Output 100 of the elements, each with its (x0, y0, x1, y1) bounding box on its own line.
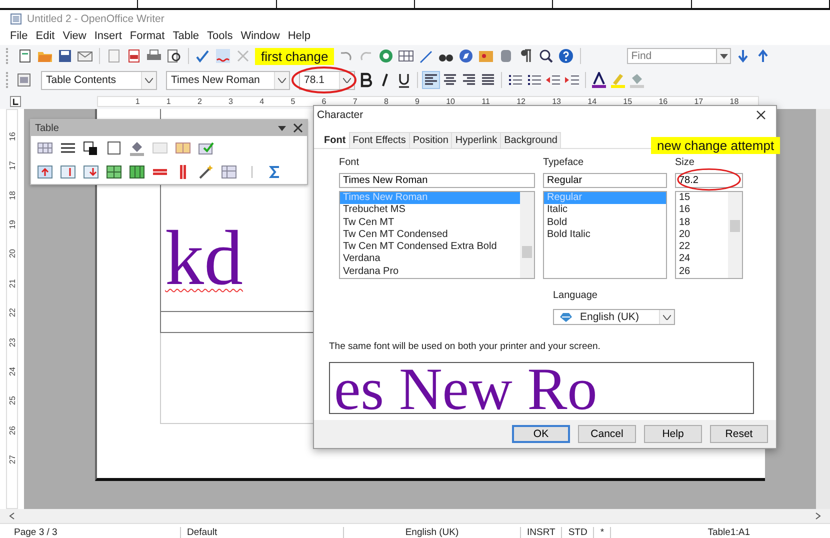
horizontal-scrollbar[interactable] (0, 509, 830, 523)
list-option[interactable]: 24 (676, 253, 728, 266)
dialog-tab[interactable]: Background (500, 132, 562, 148)
ruler-number: 12 (516, 96, 526, 106)
caret-icon (343, 78, 351, 82)
size-list[interactable]: 15 16 18 20 22 24 26 (675, 191, 743, 279)
save-icon[interactable] (57, 48, 73, 64)
bold-icon[interactable] (358, 72, 374, 88)
list-option[interactable]: Verdana Pro (340, 266, 520, 278)
status-text: English (UK) (344, 526, 521, 538)
pdf-icon[interactable] (126, 48, 142, 64)
menu-item[interactable]: File (10, 30, 28, 42)
dialog-tab[interactable]: Hyperlink (451, 132, 502, 148)
border-color-icon[interactable] (83, 140, 99, 156)
menu-item[interactable]: Format (130, 30, 165, 42)
table-properties-icon[interactable] (221, 164, 237, 180)
ruler-number: 18 (8, 190, 16, 200)
align-top-icon[interactable] (37, 164, 53, 180)
scroll-right-icon[interactable] (814, 512, 822, 520)
center-vertical-icon[interactable] (60, 164, 76, 180)
menu-item[interactable]: Help (288, 30, 310, 42)
ruler-number: 5 (290, 96, 296, 106)
list-option[interactable]: 20 (676, 228, 728, 242)
menu-item[interactable]: Insert (94, 30, 122, 42)
borders-icon[interactable] (106, 140, 122, 156)
typeface-list[interactable]: Regular Italic Bold Bold Italic (543, 191, 667, 279)
split-cells-icon[interactable] (175, 140, 191, 156)
list-option[interactable]: Verdana (340, 253, 520, 266)
caret-icon (278, 78, 286, 82)
autospell-icon[interactable] (215, 48, 231, 64)
dialog-button[interactable]: OK (512, 425, 570, 443)
list-option[interactable]: Bold Italic (544, 228, 666, 242)
document-text: kd (164, 219, 243, 303)
scrollbar-thumb[interactable] (522, 246, 532, 258)
ruler-number: 3 (228, 96, 233, 106)
dialog-tab[interactable]: Position (408, 132, 452, 148)
list-option[interactable]: 26 (676, 266, 728, 278)
close-icon[interactable] (756, 110, 766, 120)
font-size-dropdown[interactable]: 78.1 (299, 70, 355, 90)
dropdown-button[interactable] (717, 48, 732, 64)
dropdown-icon[interactable] (277, 123, 287, 133)
help-icon[interactable] (558, 48, 574, 64)
list-option[interactable]: 15 (676, 192, 728, 204)
table-icon[interactable] (398, 48, 414, 64)
bullet-list-icon[interactable] (507, 72, 523, 88)
navigator-icon[interactable] (378, 48, 394, 64)
field-label: Typeface (543, 157, 585, 170)
list-option[interactable]: Tw Cen MT Condensed Extra Bold (340, 241, 520, 254)
magnifier-icon[interactable] (538, 48, 554, 64)
menu-item[interactable]: Tools (207, 30, 233, 42)
list-option[interactable]: Tw Cen MT Condensed (340, 228, 520, 242)
list-option[interactable]: Tw Cen MT (340, 216, 520, 229)
table-grid-icon[interactable] (37, 140, 53, 156)
list-option[interactable]: 16 (676, 204, 728, 217)
tab-stop-icon[interactable] (10, 96, 21, 106)
dialog-button[interactable]: Reset (710, 425, 768, 443)
font-name-field[interactable]: Times New Roman (339, 173, 535, 188)
insert-column-icon[interactable] (129, 164, 145, 180)
list-option[interactable]: 22 (676, 241, 728, 254)
numbered-list-icon[interactable] (526, 72, 542, 88)
autoformat-icon[interactable] (198, 140, 214, 156)
ruler-number: 25 (8, 396, 16, 406)
print-preview-icon[interactable] (166, 48, 182, 64)
menu-item[interactable]: Table (172, 30, 200, 42)
info-text: The same font will be used on both your printer and your screen. (329, 341, 602, 352)
list-option[interactable]: Trebuchet MS (340, 204, 520, 217)
scrollbar-thumb[interactable] (730, 220, 740, 232)
font-color-icon[interactable] (591, 72, 607, 88)
menu-item[interactable]: Edit (36, 30, 55, 42)
font-list[interactable]: Times New Roman Trebuchet MS Tw Cen MT Tw Cen MT Condensed Tw Cen MT Condensed Extra Bold Verdana Verdana Pro (339, 191, 535, 279)
ruler-number: 8 (384, 96, 388, 106)
menu-item[interactable]: View (62, 30, 86, 42)
dialog-button[interactable]: Help (644, 425, 702, 443)
list-option[interactable]: Italic (544, 204, 666, 217)
gallery-icon[interactable] (478, 48, 494, 64)
font-size-field[interactable]: 78.2 (675, 173, 743, 188)
align-bottom-icon[interactable] (83, 164, 99, 180)
font-name-dropdown[interactable]: Times New Roman (166, 70, 290, 90)
close-icon[interactable] (293, 123, 303, 133)
wand-icon[interactable] (198, 164, 214, 180)
scroll-left-icon[interactable] (8, 512, 16, 520)
menu-item[interactable]: Window (240, 30, 280, 42)
new-document-icon[interactable] (17, 48, 33, 64)
language-dropdown[interactable]: English (UK) (553, 309, 675, 325)
vertical-scrollbar[interactable] (816, 109, 830, 509)
typeface-field[interactable]: Regular (543, 173, 667, 188)
spellcheck-icon[interactable] (195, 48, 211, 64)
paragraph-style-dropdown[interactable]: Table Contents (41, 70, 157, 90)
list-option[interactable]: Bold (544, 216, 666, 229)
dialog-button[interactable]: Cancel (578, 425, 636, 443)
alignment-icon[interactable] (423, 72, 439, 88)
dialog-tab[interactable]: Font Effects (348, 132, 410, 148)
insert-row-icon[interactable] (106, 164, 122, 180)
list-option[interactable]: 18 (676, 216, 728, 229)
styles-icon[interactable] (16, 72, 32, 88)
find-field[interactable]: Find (627, 48, 718, 64)
compass-icon[interactable] (458, 48, 474, 64)
underline-icon[interactable] (396, 72, 412, 88)
fill-bucket-icon[interactable] (129, 140, 145, 156)
ruler-number: 17 (8, 161, 16, 170)
